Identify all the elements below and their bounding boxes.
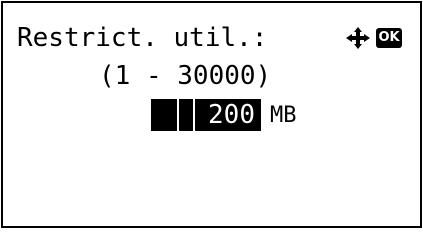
setting-title: Restrict. util.: bbox=[17, 23, 268, 53]
value-input[interactable]: 200 bbox=[151, 99, 261, 131]
four-way-arrow-icon bbox=[343, 27, 373, 49]
ok-icon: OK bbox=[376, 28, 402, 48]
digit-separator bbox=[177, 99, 179, 131]
unit-label: MB bbox=[270, 103, 297, 128]
navigation-hint: OK bbox=[343, 27, 417, 49]
lcd-panel: Restrict. util.: OK (1 - 30000) 200 MB bbox=[1, 1, 422, 228]
value-text: 200 bbox=[208, 100, 255, 130]
digit-separator bbox=[193, 99, 195, 131]
value-range: (1 - 30000) bbox=[99, 61, 272, 91]
